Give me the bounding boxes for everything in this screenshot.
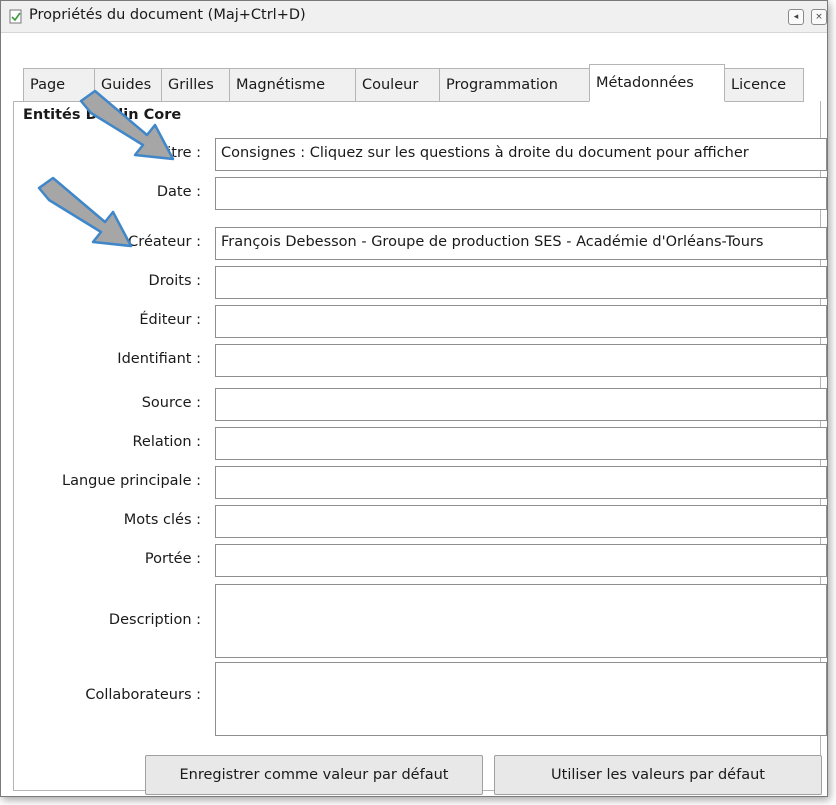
relation-field[interactable] [215,427,827,460]
collaborateurs-field[interactable] [215,662,827,736]
document-properties-icon [9,9,22,24]
description-label: Description : [108,612,201,628]
date-field[interactable] [215,177,827,210]
identifiant-label: Identifiant : [117,351,201,367]
createur-field[interactable]: François Debesson - Groupe de production… [215,227,827,260]
source-label: Source : [141,395,201,411]
title-bar: Propriétés du document (Maj+Ctrl+D) ◂ × [1,1,827,33]
date-label: Date : [156,184,201,200]
collaborateurs-label: Collaborateurs : [85,687,201,703]
editeur-field[interactable] [215,305,827,338]
mots-cles-label: Mots clés : [123,512,201,528]
langue-principale-label: Langue principale : [62,473,201,489]
langue-principale-field[interactable] [215,466,827,499]
collapse-panel-icon[interactable]: ◂ [788,9,804,25]
identifiant-field[interactable] [215,344,827,377]
arrow-shape [39,178,131,246]
mots-cles-field[interactable] [215,505,827,538]
portee-field[interactable] [215,544,827,577]
tab-licence[interactable]: Licence [724,68,804,102]
portee-label: Portée : [144,551,201,567]
droits-field[interactable] [215,266,827,299]
source-field[interactable] [215,388,827,421]
tab-metadonnees[interactable]: Métadonnées [589,64,725,102]
tab-programmation[interactable]: Programmation [439,68,590,102]
editeur-label: Éditeur : [139,312,201,328]
arrow-shape [81,91,173,159]
description-field[interactable] [215,584,827,658]
droits-label: Droits : [148,273,201,289]
annotation-arrow-createur [37,176,133,248]
annotation-arrow-titre [79,89,175,161]
window-title: Propriétés du document (Maj+Ctrl+D) [29,7,306,23]
document-properties-window: Propriétés du document (Maj+Ctrl+D) ◂ × … [0,0,828,797]
close-icon[interactable]: × [811,9,827,25]
titre-field[interactable]: Consignes : Cliquez sur les questions à … [215,138,827,171]
relation-label: Relation : [132,434,201,450]
save-as-default-button[interactable]: Enregistrer comme valeur par défaut [145,755,483,795]
use-defaults-button[interactable]: Utiliser les valeurs par défaut [494,755,822,795]
tab-couleur[interactable]: Couleur [355,68,440,102]
tab-magnetisme[interactable]: Magnétisme [229,68,356,102]
